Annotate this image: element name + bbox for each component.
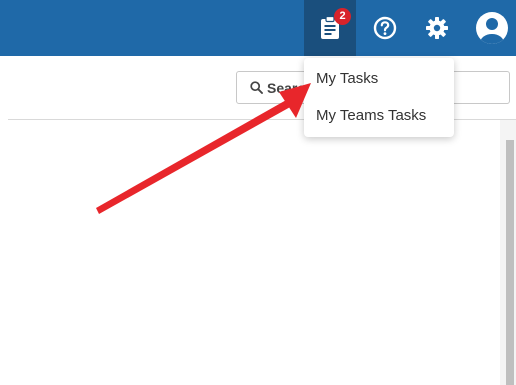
gear-icon xyxy=(425,16,449,40)
scrollbar-thumb[interactable] xyxy=(506,140,514,385)
account-button[interactable] xyxy=(466,0,516,56)
menu-item-my-tasks[interactable]: My Tasks xyxy=(304,60,454,97)
tasks-button[interactable]: 2 xyxy=(304,0,356,56)
menu-item-my-teams-tasks[interactable]: My Teams Tasks xyxy=(304,97,454,134)
help-button[interactable] xyxy=(359,0,411,56)
search-icon xyxy=(250,81,263,99)
app-window: 2 Search My Tasks My Teams Tasks xyxy=(0,0,516,385)
user-circle-icon xyxy=(475,11,509,45)
task-count-badge: 2 xyxy=(334,8,351,25)
top-navigation-bar: 2 xyxy=(0,0,516,56)
question-circle-icon xyxy=(373,16,397,40)
settings-button[interactable] xyxy=(411,0,463,56)
tasks-dropdown-menu: My Tasks My Teams Tasks xyxy=(304,58,454,137)
